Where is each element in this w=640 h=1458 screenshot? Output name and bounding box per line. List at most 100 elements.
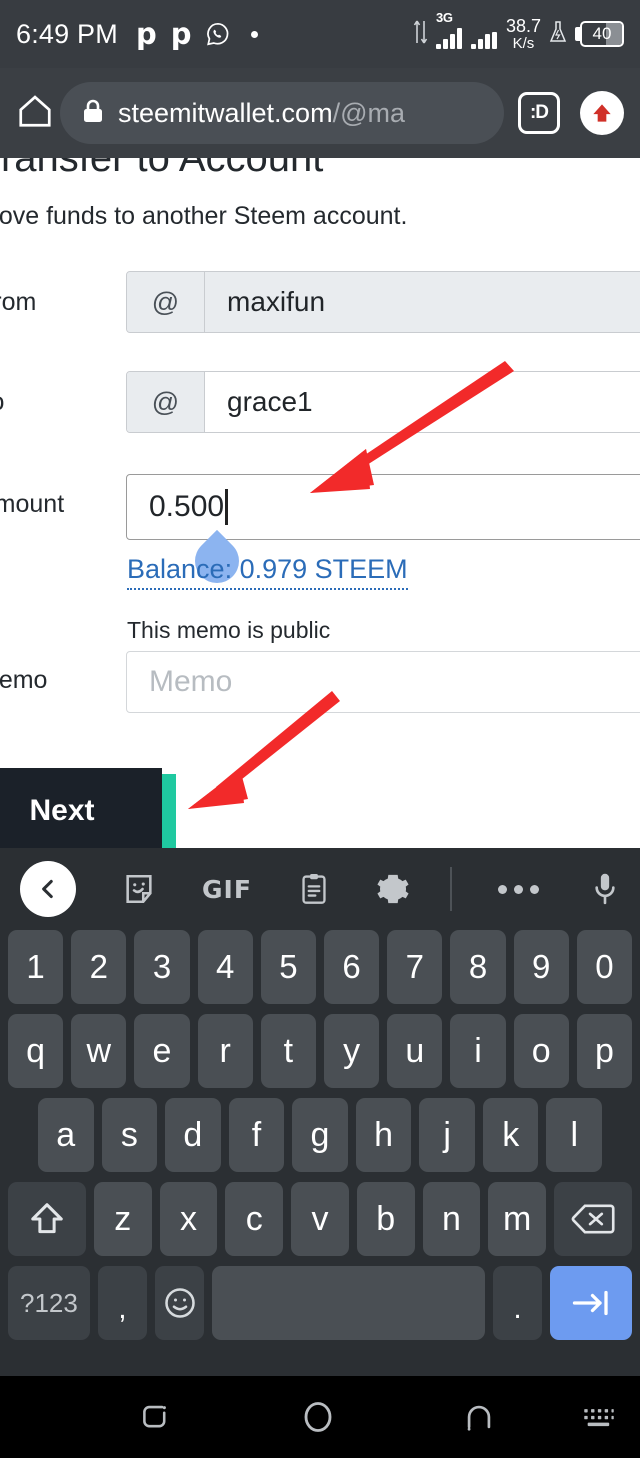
key-d[interactable]: d bbox=[165, 1098, 221, 1172]
space-key[interactable] bbox=[212, 1266, 486, 1340]
keyboard-row-bottom: z x c v b n m bbox=[4, 1182, 636, 1256]
balance-link[interactable]: Balance: 0.979 STEEM bbox=[127, 554, 408, 590]
smiley-icon[interactable]: :D bbox=[518, 92, 560, 134]
status-bar-notification-icons: p p bbox=[135, 16, 259, 51]
key-6[interactable]: 6 bbox=[324, 930, 380, 1004]
key-8[interactable]: 8 bbox=[450, 930, 506, 1004]
key-3[interactable]: 3 bbox=[134, 930, 190, 1004]
amount-field-label: Amount bbox=[0, 490, 65, 518]
key-z[interactable]: z bbox=[93, 1182, 152, 1256]
text-caret bbox=[225, 489, 228, 525]
key-b[interactable]: b bbox=[356, 1182, 415, 1256]
key-w[interactable]: w bbox=[71, 1014, 127, 1088]
key-o[interactable]: o bbox=[513, 1014, 569, 1088]
key-s[interactable]: s bbox=[101, 1098, 158, 1172]
address-bar[interactable]: steemitwallet.com/@ma bbox=[60, 82, 504, 144]
key-1[interactable]: 1 bbox=[7, 930, 64, 1004]
key-x[interactable]: x bbox=[159, 1182, 218, 1256]
key-c[interactable]: c bbox=[225, 1182, 284, 1256]
key-f[interactable]: f bbox=[228, 1098, 285, 1172]
virtual-keyboard: GIF 1 2 3 4 5 6 7 8 9 0 q w e r t y u i … bbox=[0, 848, 640, 1376]
tab-next-icon[interactable] bbox=[550, 1266, 633, 1340]
accent-strip bbox=[162, 774, 176, 848]
battery-percent-label: 40 bbox=[592, 24, 612, 43]
key-p[interactable]: p bbox=[576, 1014, 633, 1088]
network-type-label: 3G bbox=[435, 10, 453, 25]
gif-icon[interactable]: GIF bbox=[202, 875, 252, 904]
keyboard-row-home: a s d f g h j k l bbox=[4, 1098, 636, 1172]
web-page-content: Transfer to Account Move funds to anothe… bbox=[0, 158, 640, 848]
keyboard-row-space: ?123 , . bbox=[4, 1266, 636, 1340]
key-7[interactable]: 7 bbox=[387, 930, 443, 1004]
from-field-label: From bbox=[0, 288, 37, 316]
p-app-icon: p bbox=[170, 16, 192, 51]
key-j[interactable]: j bbox=[419, 1098, 475, 1172]
key-y[interactable]: y bbox=[324, 1014, 380, 1088]
key-k[interactable]: k bbox=[482, 1098, 539, 1172]
keyboard-row-top: q w e r t y u i o p bbox=[4, 1014, 636, 1088]
page-title: Transfer to Account bbox=[0, 158, 324, 180]
memo-input[interactable]: Memo bbox=[126, 651, 640, 713]
status-bar-clock: 6:49 PM bbox=[16, 18, 118, 49]
comma-key[interactable]: , bbox=[97, 1266, 147, 1340]
p-app-icon: p bbox=[135, 16, 157, 51]
clipboard-icon[interactable] bbox=[298, 872, 330, 906]
key-0[interactable]: 0 bbox=[576, 930, 633, 1004]
keyboard-dismiss-icon[interactable] bbox=[582, 1406, 616, 1428]
to-field-label: To bbox=[0, 388, 4, 417]
signal-bars-icon-2 bbox=[470, 27, 497, 49]
system-navigation-bar bbox=[0, 1376, 640, 1458]
lock-icon bbox=[82, 98, 118, 129]
keyboard-row-numbers: 1 2 3 4 5 6 7 8 9 0 bbox=[4, 930, 636, 1004]
key-9[interactable]: 9 bbox=[513, 930, 569, 1004]
memo-placeholder: Memo bbox=[149, 665, 233, 698]
key-l[interactable]: l bbox=[546, 1098, 603, 1172]
url-text: steemitwallet.com/@ma bbox=[118, 98, 405, 129]
key-u[interactable]: u bbox=[387, 1014, 443, 1088]
keyboard-keys: 1 2 3 4 5 6 7 8 9 0 q w e r t y u i o p … bbox=[0, 930, 640, 1340]
key-2[interactable]: 2 bbox=[71, 930, 127, 1004]
recents-icon[interactable] bbox=[138, 1400, 172, 1434]
emoji-icon[interactable] bbox=[155, 1266, 205, 1340]
next-button[interactable]: Next bbox=[0, 768, 162, 848]
home-circle-icon[interactable] bbox=[300, 1399, 336, 1435]
period-key[interactable]: . bbox=[493, 1266, 543, 1340]
data-speed-value: 38.7 bbox=[505, 16, 541, 37]
back-chevron-icon[interactable] bbox=[20, 861, 76, 917]
home-icon[interactable] bbox=[16, 92, 60, 135]
browser-toolbar: steemitwallet.com/@ma :D bbox=[0, 68, 640, 158]
gear-icon[interactable] bbox=[376, 872, 410, 906]
overflow-dots-icon[interactable] bbox=[497, 884, 539, 894]
key-e[interactable]: e bbox=[134, 1014, 190, 1088]
key-n[interactable]: n bbox=[422, 1182, 481, 1256]
whatsapp-icon bbox=[205, 21, 231, 47]
key-q[interactable]: q bbox=[7, 1014, 64, 1088]
symbols-key[interactable]: ?123 bbox=[8, 1266, 90, 1340]
sync-arrows-icon bbox=[413, 17, 429, 52]
microphone-icon[interactable] bbox=[590, 871, 620, 907]
sticker-icon[interactable] bbox=[122, 872, 156, 906]
key-a[interactable]: a bbox=[37, 1098, 94, 1172]
phone-screen: 6:49 PM p p 3G 38.7 K/s 40 steemitwallet… bbox=[0, 0, 640, 1458]
amount-input[interactable]: 0.500 bbox=[126, 474, 640, 540]
key-t[interactable]: t bbox=[260, 1014, 316, 1088]
up-arrow-icon[interactable] bbox=[580, 91, 624, 135]
key-4[interactable]: 4 bbox=[197, 930, 253, 1004]
url-path: /@ma bbox=[332, 97, 405, 128]
back-arch-icon[interactable] bbox=[462, 1400, 496, 1434]
key-h[interactable]: h bbox=[355, 1098, 412, 1172]
shift-icon[interactable] bbox=[8, 1182, 86, 1256]
backspace-icon[interactable] bbox=[554, 1182, 633, 1256]
key-r[interactable]: r bbox=[197, 1014, 253, 1088]
key-5[interactable]: 5 bbox=[260, 930, 316, 1004]
key-m[interactable]: m bbox=[488, 1182, 547, 1256]
to-input-group[interactable]: @ grace1 bbox=[126, 371, 640, 433]
key-g[interactable]: g bbox=[292, 1098, 348, 1172]
key-v[interactable]: v bbox=[291, 1182, 349, 1256]
key-i[interactable]: i bbox=[450, 1014, 506, 1088]
keyboard-toolbar: GIF bbox=[0, 848, 640, 930]
to-input[interactable]: grace1 bbox=[205, 372, 640, 432]
url-domain: steemitwallet.com bbox=[118, 97, 333, 128]
from-input-group: @ maxifun bbox=[126, 271, 640, 333]
status-bar-system-icons: 3G 38.7 K/s 40 bbox=[413, 10, 624, 52]
